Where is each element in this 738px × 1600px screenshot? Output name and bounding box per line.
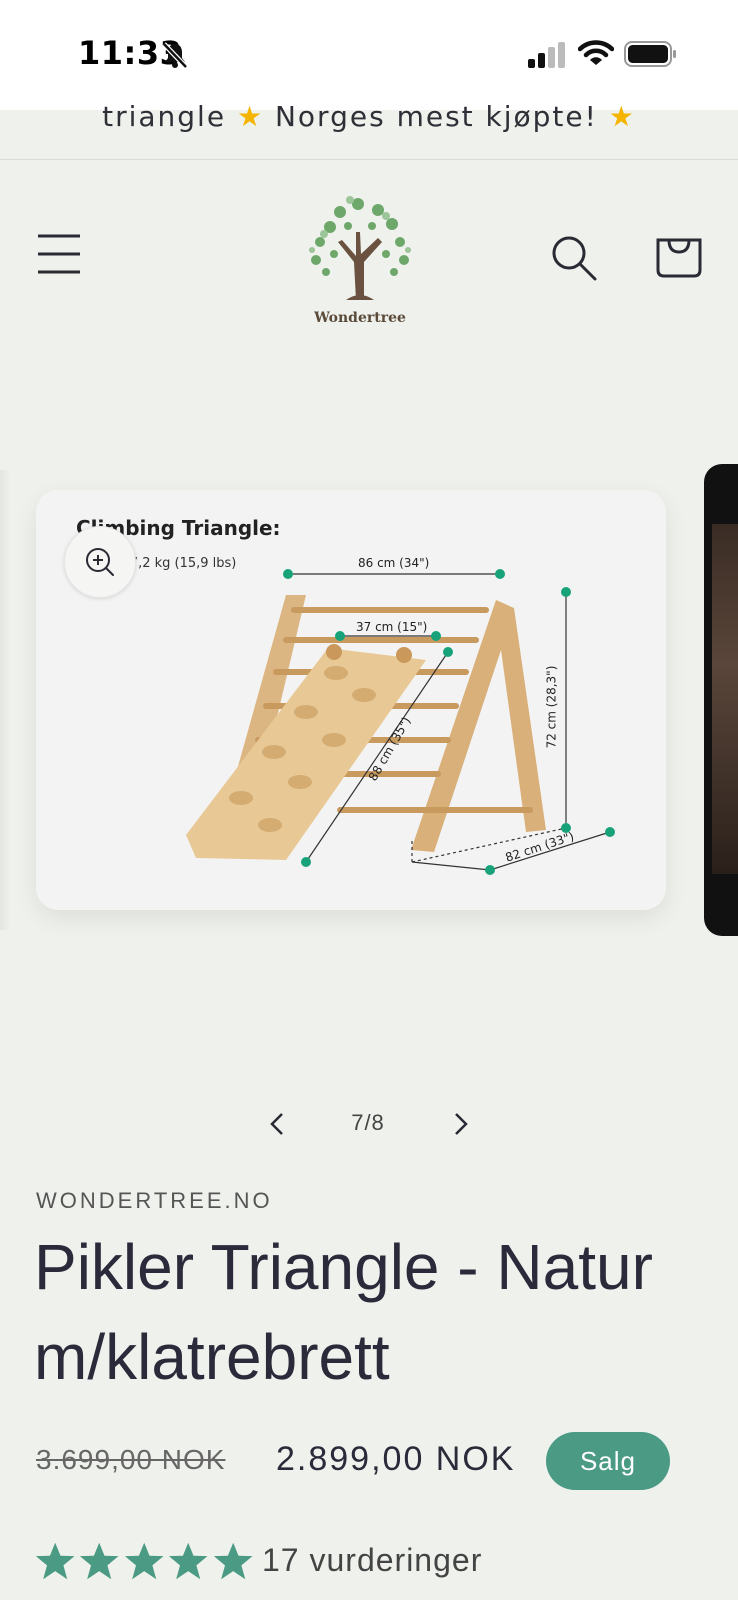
price-row: 3.699,00 NOK 2.899,00 NOK Salg — [36, 1430, 716, 1490]
rating-count[interactable]: 17 vurderinger — [262, 1542, 482, 1579]
wifi-icon — [578, 40, 614, 65]
announcement-text-end: Norges mest kjøpte! — [274, 100, 598, 133]
cellular-signal-icon — [528, 42, 565, 68]
chevron-left-icon[interactable] — [262, 1100, 290, 1148]
product-vendor: WONDERTREE.NO — [36, 1188, 273, 1213]
next-slide-preview[interactable] — [704, 464, 738, 936]
price-sale: 2.899,00 NOK — [276, 1440, 516, 1478]
status-bar: 11:33 — [0, 0, 738, 110]
bell-muted-icon — [162, 42, 188, 69]
announcement-text: triangle ★ Norges mest kjøpte! ★ — [0, 100, 738, 133]
star-icon — [80, 1542, 119, 1580]
rating-stars — [34, 1540, 254, 1584]
sale-badge: Salg — [546, 1432, 670, 1490]
logo-text: Wondertree — [314, 310, 406, 326]
dimension-height: 72 cm (28,3") — [544, 665, 559, 749]
cart-icon[interactable] — [654, 230, 704, 280]
next-slide-image — [712, 524, 738, 874]
zoom-in-icon — [86, 548, 114, 576]
tree-logo-icon — [309, 196, 411, 300]
gallery-pager: 7/8 — [0, 1100, 738, 1150]
site-header: Wondertree — [0, 160, 738, 340]
star-emoji-icon: ★ — [236, 100, 265, 133]
announcement-bar[interactable]: triangle ★ Norges mest kjøpte! ★ — [0, 100, 738, 160]
battery-icon — [624, 41, 676, 67]
search-icon[interactable] — [550, 234, 598, 282]
product-rating[interactable]: 17 vurderinger — [34, 1540, 714, 1588]
star-icon — [169, 1542, 208, 1580]
pager-count: 7/8 — [351, 1110, 385, 1135]
star-icon — [124, 1542, 164, 1580]
star-icon — [213, 1542, 253, 1580]
product-title: Pikler Triangle - Natur m/klatrebrett — [34, 1231, 653, 1393]
zoom-button[interactable] — [64, 526, 136, 598]
menu-icon[interactable] — [36, 232, 82, 276]
chevron-right-icon[interactable] — [448, 1100, 476, 1148]
brand-logo[interactable]: Wondertree — [290, 182, 430, 332]
dimension-top-width: 86 cm (34") — [358, 556, 430, 570]
star-icon — [35, 1542, 75, 1580]
price-regular: 3.699,00 NOK — [36, 1444, 226, 1475]
announcement-text-start: triangle — [102, 100, 227, 133]
star-emoji-icon: ★ — [608, 100, 636, 133]
dimension-ladder-width: 37 cm (15") — [356, 620, 428, 634]
